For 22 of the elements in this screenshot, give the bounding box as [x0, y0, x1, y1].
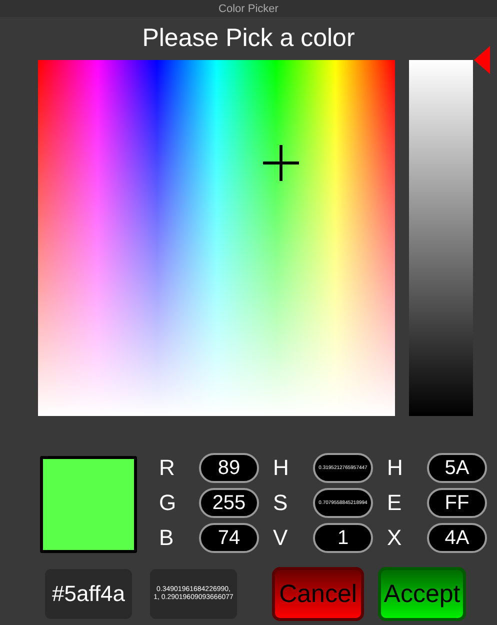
value-field[interactable]: 4A [427, 523, 487, 553]
color-field[interactable] [38, 60, 395, 416]
heading: Please Pick a color [142, 24, 355, 52]
window-title: Color Picker [0, 0, 497, 17]
hex-field[interactable]: #5aff4a [45, 569, 132, 619]
field-label: V [273, 524, 289, 552]
value-field[interactable]: 1 [313, 523, 373, 553]
field-label: H [387, 454, 404, 482]
field-label: G [159, 489, 178, 517]
field-label: E [387, 489, 403, 517]
value-field[interactable]: 89 [199, 453, 259, 483]
accept-button[interactable]: Accept [378, 567, 466, 621]
value-field[interactable]: 5A [427, 453, 487, 483]
value-field[interactable]: FF [427, 488, 487, 518]
value-field[interactable]: 255 [199, 488, 259, 518]
field-label: R [159, 454, 176, 482]
value-field[interactable]: 74 [199, 523, 259, 553]
field-label: H [273, 454, 290, 482]
field-label: S [273, 489, 289, 517]
crosshair-icon[interactable] [262, 144, 300, 182]
field-label: B [159, 524, 175, 552]
field-label: X [387, 524, 403, 552]
